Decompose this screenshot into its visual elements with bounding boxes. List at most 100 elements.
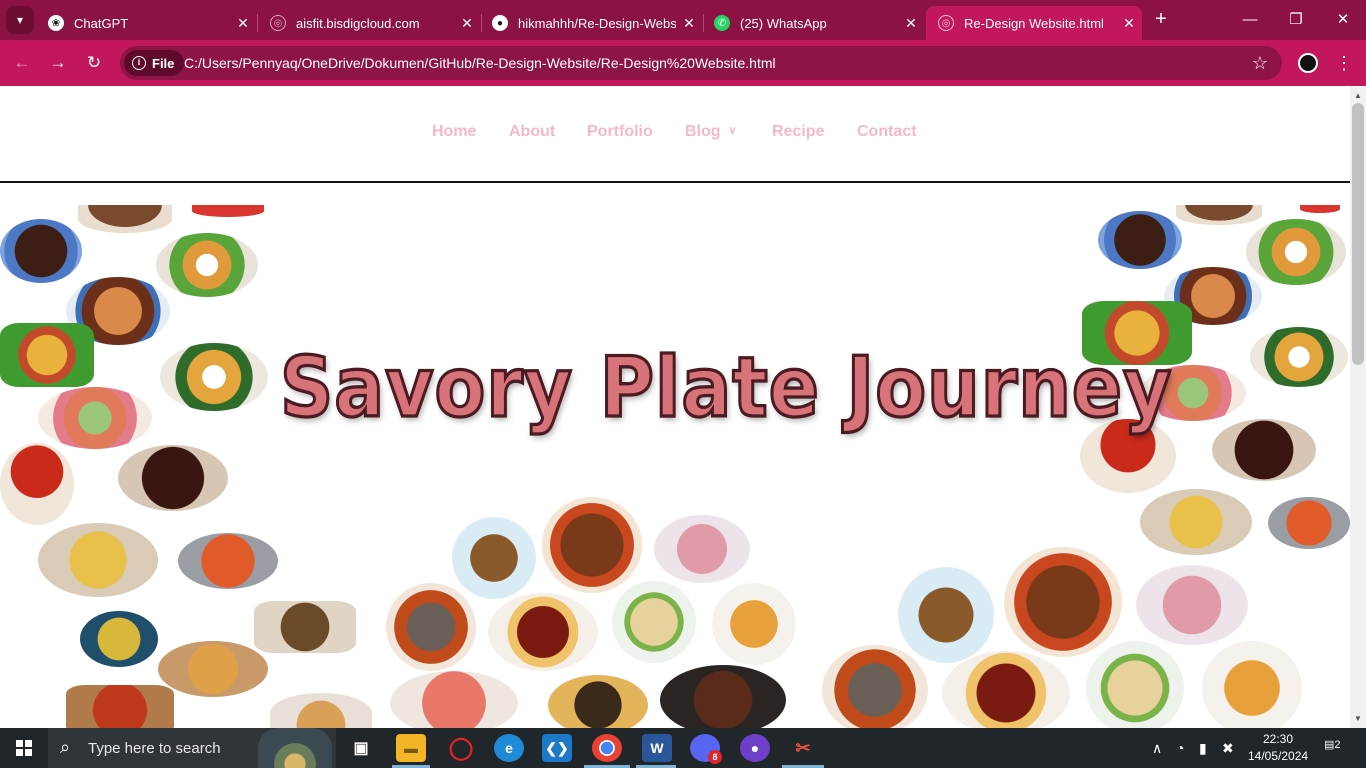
food-illustration <box>156 233 258 297</box>
bookmark-star-icon[interactable]: ☆ <box>1252 46 1268 80</box>
edge-icon[interactable]: e <box>494 734 524 762</box>
close-icon[interactable]: ✕ <box>454 15 480 32</box>
food-illustration <box>38 523 158 597</box>
close-icon[interactable]: ✕ <box>230 15 256 32</box>
close-icon[interactable]: ✕ <box>676 15 702 32</box>
browser-menu-icon[interactable]: ⋮ <box>1334 51 1354 75</box>
food-illustration <box>270 693 372 728</box>
close-icon[interactable]: ✕ <box>1116 15 1142 32</box>
tab-whatsapp[interactable]: ✆ (25) WhatsApp ✕ <box>702 6 924 40</box>
info-icon: i <box>132 56 146 70</box>
start-button[interactable] <box>8 736 40 760</box>
food-illustration <box>1136 565 1248 645</box>
vscode-icon[interactable]: ❮❯ <box>542 734 572 762</box>
close-window-button[interactable]: ✕ <box>1331 8 1355 32</box>
chatgpt-icon: ❀ <box>48 15 64 31</box>
battery-icon[interactable]: ▮ <box>1199 728 1207 768</box>
food-illustration <box>80 611 158 667</box>
taskbar-search-box[interactable]: ⌕ Type here to search <box>48 728 336 768</box>
food-illustration <box>1250 327 1348 387</box>
wifi-icon[interactable]: ◔ <box>1176 728 1184 768</box>
nav-home[interactable]: Home <box>432 123 476 141</box>
scroll-thumb[interactable] <box>1352 103 1364 365</box>
search-icon: ⌕ <box>60 737 71 757</box>
scroll-up-icon[interactable]: ▲ <box>1350 89 1366 103</box>
address-bar: ← → ↻ i File C:/Users/Pennyaq/OneDrive/D… <box>0 40 1366 86</box>
food-illustration <box>386 583 476 671</box>
hero-title: Savory Plate Journey <box>279 338 1173 438</box>
opera-icon[interactable]: ◯ <box>446 734 476 762</box>
system-clock[interactable]: 22:30 14/05/2024 <box>1248 731 1308 765</box>
discord-badge: 8 <box>708 750 722 764</box>
nav-contact[interactable]: Contact <box>857 123 917 141</box>
globe-icon: ◎ <box>270 15 286 31</box>
restore-button[interactable]: ❐ <box>1284 8 1308 32</box>
tab-search-button[interactable]: ▾ <box>6 6 34 34</box>
food-illustration <box>542 497 642 593</box>
food-illustration <box>612 581 696 663</box>
chevron-up-icon[interactable]: ∧ <box>1152 728 1162 768</box>
nav-recipe[interactable]: Recipe <box>772 123 824 141</box>
github-icon: ● <box>492 15 508 31</box>
forward-button[interactable]: → <box>46 51 70 75</box>
food-illustration <box>822 645 928 728</box>
food-illustration <box>78 205 172 233</box>
new-tab-button[interactable]: + <box>1150 8 1172 30</box>
profile-avatar[interactable] <box>1298 53 1318 73</box>
minimize-button[interactable]: ― <box>1238 8 1262 32</box>
notification-center-icon[interactable]: ▤2 <box>1324 738 1346 758</box>
food-illustration <box>254 601 356 653</box>
discord-icon[interactable]: 8 <box>690 734 722 764</box>
tab-title: (25) WhatsApp <box>740 15 827 31</box>
food-illustration <box>178 533 278 589</box>
word-icon[interactable]: W <box>642 734 672 762</box>
github-desktop-icon[interactable]: ● <box>740 734 770 762</box>
clock-time: 22:30 <box>1262 732 1294 746</box>
tab-title: Re-Design Website.html <box>964 15 1104 31</box>
tab-title: hikmahhh/Re-Design-Websi <box>518 15 676 31</box>
reload-button[interactable]: ↻ <box>82 51 106 75</box>
snipping-tool-icon[interactable]: ✂ <box>788 734 818 762</box>
file-explorer-icon[interactable]: ▬ <box>396 734 426 762</box>
page-viewport: Home About Portfolio Blog ∨ Recipe Contac… <box>0 87 1350 728</box>
food-illustration <box>160 343 268 411</box>
search-placeholder: Type here to search <box>88 740 221 757</box>
food-illustration <box>1140 489 1252 555</box>
food-illustration <box>488 593 598 671</box>
url-text[interactable]: C:/Users/Pennyaq/OneDrive/Dokumen/GitHub… <box>184 46 776 80</box>
back-button[interactable]: ← <box>10 51 34 75</box>
tab-re-design-website[interactable]: ◎ Re-Design Website.html ✕ <box>926 6 1142 40</box>
food-illustration <box>712 583 796 665</box>
food-illustration <box>38 387 152 449</box>
whatsapp-icon: ✆ <box>714 15 730 31</box>
site-info-chip[interactable]: i File <box>124 50 185 76</box>
close-icon: ✕ <box>1336 11 1350 28</box>
close-icon[interactable]: ✕ <box>898 15 924 32</box>
scroll-down-icon[interactable]: ▼ <box>1350 712 1366 726</box>
food-illustration <box>1176 205 1262 225</box>
search-highlight-illustration <box>258 728 332 768</box>
clock-date: 14/05/2024 <box>1248 749 1309 763</box>
task-view-icon[interactable]: ▣ <box>346 734 376 762</box>
browser-tab-bar: ▾ ❀ ChatGPT ✕ ◎ aisfit.bisdigcloud.com ✕… <box>0 0 1366 40</box>
chip-label: File <box>152 55 175 71</box>
food-illustration <box>158 641 268 697</box>
nav-blog-label: Blog <box>685 123 721 140</box>
volume-muted-icon[interactable]: ✖ <box>1222 728 1234 768</box>
globe-icon: ◎ <box>938 15 954 31</box>
food-illustration <box>1212 419 1316 481</box>
nav-blog[interactable]: Blog ∨ <box>685 123 737 141</box>
tab-title: ChatGPT <box>74 15 129 31</box>
food-illustration <box>1086 641 1184 728</box>
nav-portfolio[interactable]: Portfolio <box>587 123 653 141</box>
page-scrollbar[interactable]: ▲ ▼ <box>1350 87 1366 728</box>
nav-about[interactable]: About <box>509 123 555 141</box>
chrome-icon[interactable] <box>592 734 622 762</box>
arrow-right-icon: → <box>49 53 67 72</box>
tab-aisfit[interactable]: ◎ aisfit.bisdigcloud.com ✕ <box>258 6 480 40</box>
omnibox[interactable]: i File C:/Users/Pennyaq/OneDrive/Dokumen… <box>120 46 1282 80</box>
tab-github[interactable]: ● hikmahhh/Re-Design-Websi ✕ <box>480 6 702 40</box>
food-illustration <box>192 205 264 217</box>
food-illustration <box>0 323 94 387</box>
tab-chatgpt[interactable]: ❀ ChatGPT ✕ <box>36 6 256 40</box>
